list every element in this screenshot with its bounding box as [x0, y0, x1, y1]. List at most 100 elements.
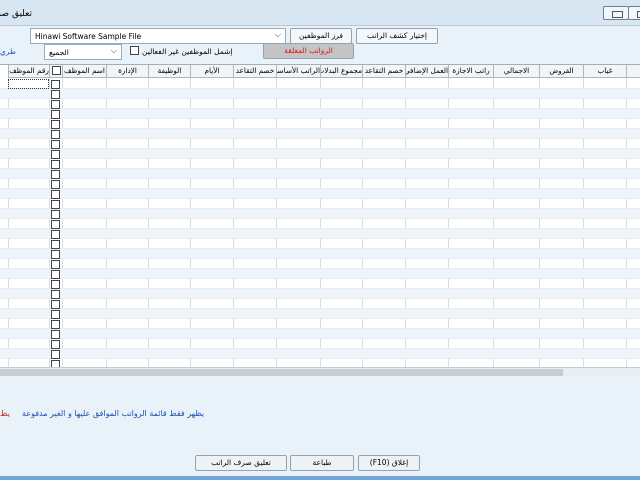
- column-header[interactable]: الاجمالي: [493, 65, 539, 78]
- table-row[interactable]: [0, 349, 640, 359]
- row-checkbox[interactable]: [51, 190, 60, 199]
- row-checkbox[interactable]: [51, 170, 60, 179]
- table-row[interactable]: [0, 279, 640, 289]
- row-checkbox[interactable]: [51, 230, 60, 239]
- column-header[interactable]: خصم التقاعد: [233, 65, 276, 78]
- note-prefix: يظ: [0, 409, 10, 418]
- row-checkbox[interactable]: [51, 160, 60, 169]
- table-row[interactable]: [0, 189, 640, 199]
- bottom-strip: [0, 476, 640, 480]
- column-header[interactable]: الوظيفة: [148, 65, 190, 78]
- method-label: طري: [0, 47, 16, 56]
- row-checkbox[interactable]: [51, 250, 60, 259]
- column-header[interactable]: خصم التقاعد: [362, 65, 405, 78]
- table-row[interactable]: [0, 209, 640, 219]
- row-checkbox[interactable]: [51, 140, 60, 149]
- column-header[interactable]: الراتب الأساسي: [276, 65, 320, 78]
- row-checkbox[interactable]: [51, 90, 60, 99]
- table-row[interactable]: [0, 229, 640, 239]
- column-header[interactable]: اسم الموظف: [62, 65, 106, 78]
- table-row[interactable]: [0, 159, 640, 169]
- company-combo-value: Hinawi Software Sample File: [35, 32, 142, 41]
- row-checkbox[interactable]: [51, 270, 60, 279]
- row-checkbox[interactable]: [51, 130, 60, 139]
- filter-combo-value: الجميع: [49, 48, 69, 57]
- column-header[interactable]: راتب الاجازة: [448, 65, 493, 78]
- table-row[interactable]: [0, 99, 640, 109]
- column-header[interactable]: الأيام: [190, 65, 233, 78]
- table-row[interactable]: [0, 139, 640, 149]
- column-header[interactable]: مجموع البدلات: [320, 65, 362, 78]
- sort-employees-button[interactable]: فرز الموظفين: [290, 28, 352, 44]
- row-checkbox[interactable]: [51, 350, 60, 359]
- table-row[interactable]: [0, 129, 640, 139]
- table-row[interactable]: [0, 259, 640, 269]
- row-checkbox[interactable]: [51, 260, 60, 269]
- include-inactive-label: إشمل الموظفين غير الفعالين: [142, 47, 233, 56]
- table-row[interactable]: [0, 79, 640, 89]
- column-header[interactable]: العمل الإضافي الوقت الإضافي: [405, 65, 448, 78]
- select-all-checkbox[interactable]: [52, 66, 61, 75]
- row-checkbox[interactable]: [51, 150, 60, 159]
- row-checkbox[interactable]: [51, 290, 60, 299]
- focused-cell[interactable]: [8, 79, 49, 89]
- table-row[interactable]: [0, 339, 640, 349]
- toolbar: Hinawi Software Sample File ⌵ فرز الموظف…: [0, 26, 640, 64]
- table-row[interactable]: [0, 89, 640, 99]
- company-combo[interactable]: Hinawi Software Sample File ⌵: [30, 28, 286, 44]
- row-checkbox[interactable]: [51, 330, 60, 339]
- salary-grid[interactable]: رقم الموظف اسم الموظف الإدارة الوظيفة الأيام…: [0, 64, 640, 367]
- row-checkbox[interactable]: [51, 210, 60, 219]
- close-button[interactable]: إغلاق (F10): [358, 455, 420, 471]
- row-checkbox[interactable]: [51, 320, 60, 329]
- table-row[interactable]: [0, 179, 640, 189]
- approved-unpaid-note: يظهر فقط قائمة الرواتب الموافق عليها و ا…: [22, 409, 205, 418]
- scrollbar-thumb[interactable]: [0, 369, 563, 376]
- table-row[interactable]: [0, 269, 640, 279]
- table-row[interactable]: [0, 289, 640, 299]
- table-row[interactable]: [0, 299, 640, 309]
- column-header[interactable]: [49, 65, 62, 78]
- row-checkbox[interactable]: [51, 300, 60, 309]
- frozen-salaries-button[interactable]: الرواتب المعلقة: [263, 43, 354, 59]
- table-row[interactable]: [0, 359, 640, 367]
- table-row[interactable]: [0, 149, 640, 159]
- horizontal-scrollbar[interactable]: [0, 367, 640, 377]
- column-header[interactable]: رقم الموظف: [8, 65, 49, 78]
- table-row[interactable]: [0, 329, 640, 339]
- column-header[interactable]: الإدارة: [106, 65, 148, 78]
- print-button[interactable]: طباعة: [290, 455, 354, 471]
- filter-combo[interactable]: الجميع ⌵: [44, 44, 122, 60]
- row-checkbox[interactable]: [51, 340, 60, 349]
- row-checkbox[interactable]: [51, 200, 60, 209]
- maximize-button[interactable]: [628, 6, 640, 20]
- table-row[interactable]: [0, 169, 640, 179]
- table-row[interactable]: [0, 319, 640, 329]
- row-checkbox[interactable]: [51, 220, 60, 229]
- column-header[interactable]: غياب: [583, 65, 626, 78]
- row-checkbox[interactable]: [51, 80, 60, 89]
- minimize-button[interactable]: [603, 6, 629, 20]
- table-row[interactable]: [0, 119, 640, 129]
- table-row[interactable]: [0, 249, 640, 259]
- row-checkbox[interactable]: [51, 120, 60, 129]
- column-header[interactable]: القروض: [539, 65, 583, 78]
- row-checkbox[interactable]: [51, 100, 60, 109]
- row-checkbox[interactable]: [51, 180, 60, 189]
- table-row[interactable]: [0, 309, 640, 319]
- suspend-salary-button[interactable]: تعليق صرف الراتب: [195, 455, 287, 471]
- row-checkbox[interactable]: [51, 240, 60, 249]
- row-checkbox[interactable]: [51, 110, 60, 119]
- include-inactive-checkbox[interactable]: [130, 46, 139, 55]
- row-checkbox[interactable]: [51, 310, 60, 319]
- row-checkbox[interactable]: [51, 280, 60, 289]
- window-title: تعليق صرف: [0, 9, 32, 19]
- table-row[interactable]: [0, 239, 640, 249]
- row-checkbox[interactable]: [51, 360, 60, 367]
- table-row[interactable]: [0, 219, 640, 229]
- column-header[interactable]: ت: [626, 65, 640, 78]
- title-bar: تعليق صرف: [0, 0, 640, 26]
- table-row[interactable]: [0, 199, 640, 209]
- select-payroll-button[interactable]: إختيار كشف الراتب: [356, 28, 438, 44]
- table-row[interactable]: [0, 109, 640, 119]
